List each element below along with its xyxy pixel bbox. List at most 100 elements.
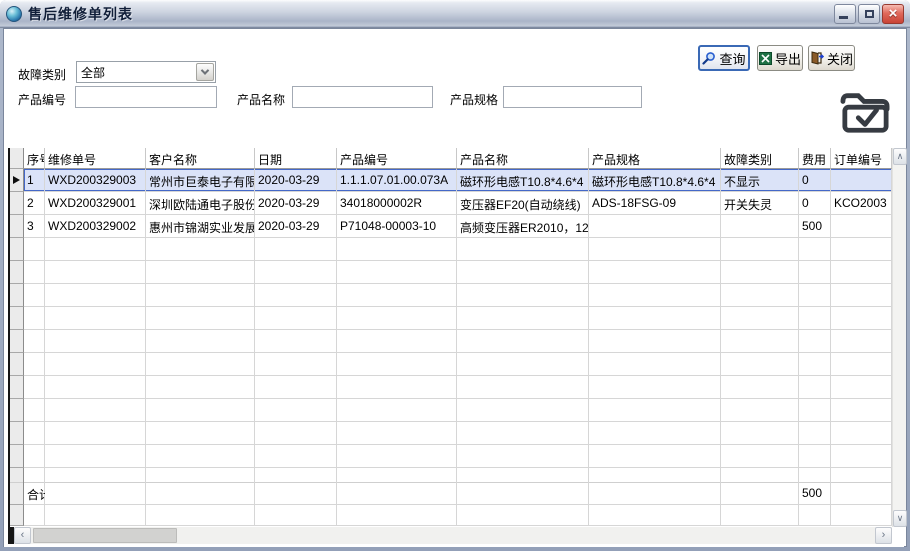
grid-cell bbox=[457, 376, 589, 399]
grid-cell: 2 bbox=[24, 192, 45, 215]
horizontal-scroll-thumb[interactable] bbox=[33, 528, 177, 543]
empty-row bbox=[10, 445, 892, 468]
grid-cell bbox=[457, 468, 589, 482]
grid-cell bbox=[337, 353, 457, 376]
empty-row bbox=[10, 399, 892, 422]
grid-cell bbox=[721, 215, 799, 238]
column-header[interactable]: 维修单号 bbox=[45, 148, 146, 169]
column-header[interactable]: 产品编号 bbox=[337, 148, 457, 169]
grid-cell bbox=[721, 399, 799, 422]
grid-cell bbox=[721, 261, 799, 284]
close-button[interactable]: × bbox=[882, 4, 904, 24]
grid-cell bbox=[831, 505, 892, 526]
maximize-button[interactable] bbox=[858, 4, 880, 24]
scroll-right-button[interactable]: › bbox=[875, 527, 892, 544]
grid-cell bbox=[337, 261, 457, 284]
table-row[interactable]: 1WXD200329003常州市巨泰电子有限2020-03-291.1.1.07… bbox=[10, 169, 892, 192]
grid-cell bbox=[457, 399, 589, 422]
grid-cell bbox=[24, 376, 45, 399]
grid-cell bbox=[799, 505, 831, 526]
grid-cell bbox=[146, 238, 255, 261]
grid-cell bbox=[255, 307, 337, 330]
row-indicator-cell bbox=[10, 307, 24, 330]
product-spec-input[interactable] bbox=[503, 86, 642, 108]
column-header[interactable]: 序号 bbox=[24, 148, 45, 169]
grid-cell bbox=[45, 238, 146, 261]
close-window-button[interactable]: 关闭 bbox=[808, 45, 855, 71]
grid-cell bbox=[799, 399, 831, 422]
grid-cell bbox=[146, 468, 255, 482]
empty-row bbox=[10, 284, 892, 307]
column-header[interactable]: 费用 bbox=[799, 148, 831, 169]
table-row[interactable]: 3WXD200329002惠州市锦湖实业发展2020-03-29P71048-0… bbox=[10, 215, 892, 238]
grid-cell bbox=[24, 505, 45, 526]
total-row: 合计500 bbox=[10, 482, 892, 505]
grid-cell bbox=[721, 353, 799, 376]
grid-cell bbox=[589, 261, 721, 284]
grid-cell bbox=[146, 330, 255, 353]
column-header[interactable]: 日期 bbox=[255, 148, 337, 169]
horizontal-scrollbar[interactable]: ‹ › bbox=[8, 527, 892, 544]
grid-cell bbox=[255, 445, 337, 468]
grid-cell bbox=[831, 169, 892, 192]
scroll-down-button[interactable]: ∨ bbox=[893, 510, 907, 527]
query-button-label: 查询 bbox=[719, 49, 745, 68]
row-indicator-cell bbox=[10, 169, 24, 192]
column-header[interactable]: 产品名称 bbox=[457, 148, 589, 169]
empty-row bbox=[10, 468, 892, 482]
product-name-input[interactable] bbox=[292, 86, 433, 108]
scroll-left-button[interactable]: ‹ bbox=[14, 527, 31, 544]
column-header[interactable]: 故障类别 bbox=[721, 148, 799, 169]
grid-cell bbox=[146, 422, 255, 445]
grid-cell: P71048-00003-10 bbox=[337, 215, 457, 238]
minimize-button[interactable] bbox=[834, 4, 856, 24]
scroll-up-button[interactable]: ∧ bbox=[893, 148, 907, 165]
grid-cell bbox=[721, 330, 799, 353]
grid-cell bbox=[831, 399, 892, 422]
grid-cell bbox=[337, 376, 457, 399]
combo-dropdown-button[interactable] bbox=[196, 63, 214, 81]
empty-row bbox=[10, 330, 892, 353]
product-name-label: 产品名称 bbox=[237, 91, 285, 108]
grid-cell bbox=[831, 238, 892, 261]
grid-cell bbox=[457, 261, 589, 284]
table-row[interactable]: 2WXD200329001深圳欧陆通电子股份2020-03-2934018000… bbox=[10, 192, 892, 215]
grid-cell bbox=[255, 505, 337, 526]
row-indicator-cell bbox=[10, 445, 24, 468]
export-button[interactable]: 导出 bbox=[757, 45, 803, 71]
grid-cell bbox=[146, 353, 255, 376]
grid-cell bbox=[589, 376, 721, 399]
grid-cell: ADS-18FSG-09 bbox=[589, 192, 721, 215]
product-no-input[interactable] bbox=[75, 86, 217, 108]
grid-cell bbox=[45, 353, 146, 376]
query-button[interactable]: 查询 bbox=[698, 45, 750, 71]
grid-cell: WXD200329001 bbox=[45, 192, 146, 215]
grid-cell: 深圳欧陆通电子股份 bbox=[146, 192, 255, 215]
fault-category-label: 故障类别 bbox=[18, 66, 66, 83]
grid-cell bbox=[831, 353, 892, 376]
row-indicator-cell bbox=[10, 376, 24, 399]
grid-cell bbox=[589, 284, 721, 307]
app-icon bbox=[6, 6, 22, 22]
column-header[interactable]: 产品规格 bbox=[589, 148, 721, 169]
vertical-scrollbar[interactable]: ∧ ∨ bbox=[892, 148, 906, 527]
grid-cell bbox=[45, 505, 146, 526]
grid-cell bbox=[589, 399, 721, 422]
grid-cell bbox=[457, 330, 589, 353]
grid-cell bbox=[831, 468, 892, 482]
grid-cell bbox=[255, 376, 337, 399]
grid-cell: 开关失灵 bbox=[721, 192, 799, 215]
grid-cell bbox=[589, 238, 721, 261]
grid-cell bbox=[337, 482, 457, 505]
column-header[interactable]: 客户名称 bbox=[146, 148, 255, 169]
column-header[interactable]: 订单编号 bbox=[831, 148, 892, 169]
grid-corner-cell bbox=[10, 148, 24, 169]
minimize-icon bbox=[839, 16, 848, 19]
grid-cell bbox=[24, 238, 45, 261]
grid-cell bbox=[146, 284, 255, 307]
grid-cell bbox=[255, 330, 337, 353]
fault-category-select[interactable]: 全部 bbox=[76, 61, 216, 83]
grid-cell bbox=[337, 505, 457, 526]
product-no-label: 产品编号 bbox=[18, 91, 66, 108]
grid-cell bbox=[337, 284, 457, 307]
